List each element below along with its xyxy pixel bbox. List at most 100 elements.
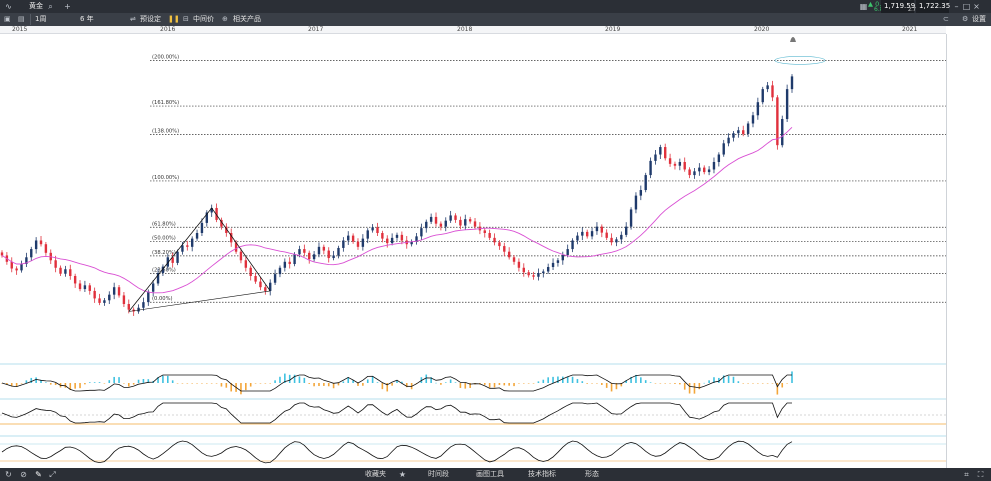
candle-body xyxy=(0,252,4,256)
candlesticks xyxy=(0,74,794,316)
candle-body xyxy=(464,219,467,226)
macd-histogram-bar xyxy=(488,383,491,388)
expand-icon[interactable]: ⤢ xyxy=(48,470,57,479)
gear-icon[interactable]: ⚙ xyxy=(962,15,968,24)
add-tab-icon[interactable]: + xyxy=(63,2,72,11)
candle-body xyxy=(522,267,525,273)
year-label: 2020 xyxy=(754,26,770,33)
refresh-icon[interactable]: ↻ xyxy=(4,470,13,479)
candle-body xyxy=(556,260,560,263)
macd-histogram-bar xyxy=(503,383,506,386)
candle-body xyxy=(742,130,745,134)
macd-histogram-bar xyxy=(49,383,52,385)
candle-body xyxy=(244,260,248,268)
indicators-button[interactable]: 技术指标 xyxy=(528,470,556,479)
macd-histogram-bar xyxy=(786,383,788,384)
ask-price[interactable]: 1,722.35 xyxy=(916,0,950,13)
macd-histogram-bar xyxy=(327,383,330,387)
candle-body xyxy=(512,257,516,262)
macd-histogram-bar xyxy=(498,383,501,385)
settings-button[interactable]: 设置 xyxy=(972,15,986,24)
candle-body xyxy=(576,235,579,241)
minimize-icon[interactable]: – xyxy=(952,2,961,11)
search-icon[interactable]: ⌕ xyxy=(46,2,55,11)
macd-histogram-bar xyxy=(483,383,486,385)
favorites-button[interactable]: 收藏夹 xyxy=(365,470,386,479)
macd-histogram-bar xyxy=(791,371,793,383)
fullscreen-icon[interactable]: ⛶ xyxy=(976,470,985,479)
macd-histogram-bar xyxy=(679,383,681,385)
candle-body xyxy=(395,234,399,238)
maximize-icon[interactable]: □ xyxy=(962,2,971,11)
candle-body xyxy=(239,251,243,261)
candle-body xyxy=(649,160,652,176)
interval-selector[interactable]: 1周 xyxy=(35,15,46,24)
candle-body xyxy=(449,215,452,221)
candle-body xyxy=(327,250,330,259)
macd-histogram-bar xyxy=(576,379,579,383)
fib-label: (38.20%) xyxy=(152,250,176,256)
candle-body xyxy=(390,237,394,244)
close-icon[interactable]: × xyxy=(972,2,981,11)
candle-body xyxy=(634,195,638,210)
candle-body xyxy=(273,274,277,283)
preset-button[interactable]: 预设定 xyxy=(140,15,161,24)
timeframe-button[interactable]: 时间段 xyxy=(428,470,449,479)
fib-label: (61.80%) xyxy=(152,221,176,227)
price-chart[interactable]: (200.00%)1,766.988(161.80%)1,644.598(138… xyxy=(0,34,991,468)
macd-histogram-bar xyxy=(127,383,130,387)
macd-histogram-bar xyxy=(171,380,174,383)
range-selector[interactable]: 6 年 xyxy=(80,15,94,24)
candle-body xyxy=(537,272,540,277)
star-icon[interactable]: ★ xyxy=(398,470,407,479)
screenshot-icon[interactable]: ⌗ xyxy=(962,470,971,479)
preset-icon[interactable]: ⇌ xyxy=(130,15,136,24)
instrument-name[interactable]: 黄金 xyxy=(29,2,43,11)
candle-body xyxy=(371,227,374,231)
macd-histogram-bar xyxy=(571,376,574,383)
candle-body xyxy=(454,215,457,220)
candle-body xyxy=(771,85,774,98)
candle-body xyxy=(571,240,574,250)
macd-histogram-bar xyxy=(132,383,135,385)
macd-histogram-bar xyxy=(518,383,520,384)
macd-histogram-bar xyxy=(93,382,96,383)
candle-body xyxy=(732,133,735,138)
layout-button[interactable]: 形态 xyxy=(585,470,599,479)
macd-histogram-bar xyxy=(444,382,447,383)
related-products-button[interactable]: 相关产品 xyxy=(233,15,261,24)
grid-icon[interactable]: ▦ xyxy=(859,2,868,11)
chart-type-icon[interactable]: ∿ xyxy=(4,2,13,11)
drawing-tools-button[interactable]: 画图工具 xyxy=(476,470,504,479)
hide-icon[interactable]: ⊘ xyxy=(19,470,28,479)
candle-body xyxy=(259,281,262,288)
macd-histogram-bar xyxy=(557,376,559,383)
pencil-icon[interactable]: ✎ xyxy=(34,470,43,479)
macd-histogram-bar xyxy=(601,383,603,385)
chart-canvas[interactable]: (200.00%)1,766.988(161.80%)1,644.598(138… xyxy=(0,34,991,468)
candle-body xyxy=(590,231,594,237)
macd-histogram-bar xyxy=(98,382,101,383)
panel-icon[interactable]: ▤ xyxy=(18,15,25,24)
macd-histogram-bar xyxy=(703,382,706,384)
bar-pause-icon[interactable]: ❚❚ xyxy=(168,15,180,24)
link-icon[interactable]: ⊕ xyxy=(222,15,228,24)
candle-body xyxy=(142,302,145,308)
candle-body xyxy=(683,161,686,170)
candle-body xyxy=(73,275,77,284)
macd-histogram-bar xyxy=(206,383,208,384)
midprice-icon[interactable]: ⊟ xyxy=(183,15,189,24)
midprice-button[interactable]: 中间价 xyxy=(193,15,214,24)
share-icon[interactable]: ⊂ xyxy=(943,15,949,24)
candle-body xyxy=(264,287,267,291)
macd-histogram-bar xyxy=(259,383,262,384)
candle-body xyxy=(127,304,130,310)
fib-label: (50.00%) xyxy=(152,236,176,242)
layout-icon[interactable]: ▣ xyxy=(4,15,11,24)
macd-histogram-bar xyxy=(391,383,393,386)
macd-panel: 39.78264.8448-20.000-40.000 xyxy=(1,366,989,399)
candle-body xyxy=(88,285,91,291)
candle-body xyxy=(585,231,589,237)
candle-body xyxy=(507,251,511,258)
macd-histogram-bar xyxy=(332,383,335,389)
